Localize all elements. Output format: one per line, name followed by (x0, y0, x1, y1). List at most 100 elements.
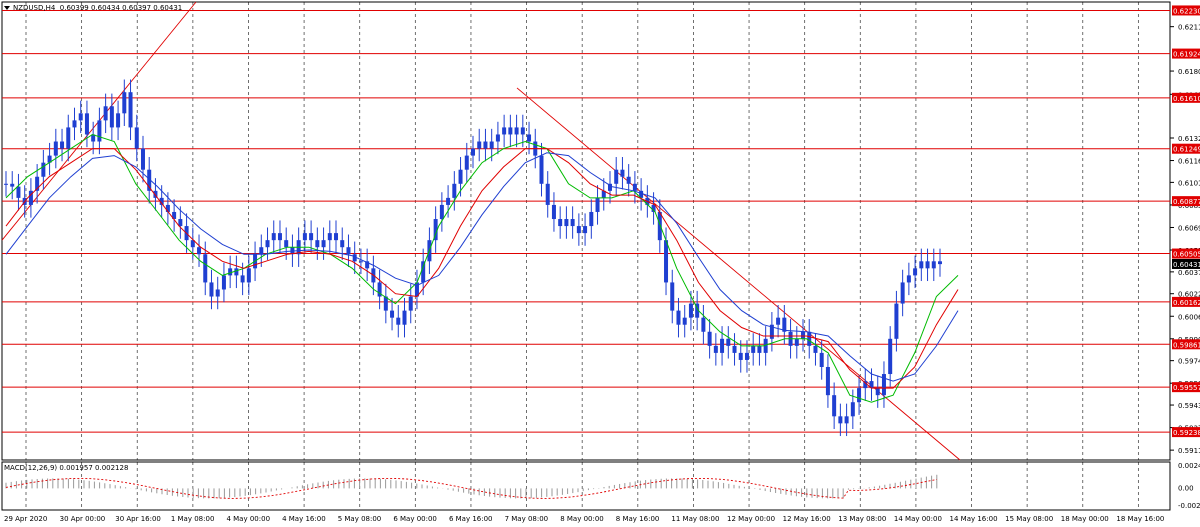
candle-body (209, 282, 214, 297)
candle-body (72, 120, 77, 128)
candle-body (408, 296, 413, 311)
candle-body (913, 268, 918, 276)
candle-body (234, 268, 239, 276)
candle-body (128, 92, 133, 128)
candle-body (620, 169, 625, 177)
candle-body (875, 388, 880, 396)
chevron-down-icon (4, 6, 10, 10)
candle-body (78, 113, 83, 121)
price-tick-label: 0.61165 (1178, 158, 1200, 166)
symbol-label: NZDUSD,H4 (13, 4, 56, 12)
level-price-label: 0.61610 (1173, 95, 1200, 103)
time-tick-label: 12 May 16:00 (783, 515, 831, 523)
level-price-label: 0.59861 (1173, 341, 1200, 349)
candle-body (794, 338, 799, 346)
candle-body (894, 303, 899, 339)
candle-body (657, 211, 662, 241)
candle-body (514, 127, 519, 135)
candle-body (452, 183, 457, 198)
candle-body (520, 127, 525, 135)
candle-body (439, 204, 444, 220)
candle-body (446, 197, 451, 205)
price-tick-label: 0.60060 (1178, 313, 1200, 321)
candle-body (551, 204, 556, 220)
macd-pane-frame (1, 461, 1171, 511)
time-tick-label: 12 May 00:00 (727, 515, 775, 523)
candle-body (558, 219, 563, 227)
candle-body (707, 331, 712, 346)
candle-body (545, 183, 550, 205)
time-tick-label: 6 May 00:00 (393, 515, 437, 523)
candle-body (732, 345, 737, 353)
candle-body (589, 211, 594, 227)
candle-body (284, 240, 289, 248)
time-tick-label: 4 May 00:00 (226, 515, 270, 523)
candle-body (614, 169, 619, 184)
candle-body (321, 240, 326, 248)
price-tick-label: 0.61010 (1178, 179, 1200, 187)
candle-body (495, 134, 500, 142)
candle-body (122, 92, 127, 114)
candle-body (857, 388, 862, 403)
level-price-label: 0.62230 (1173, 7, 1200, 15)
time-tick-label: 18 May 00:00 (1061, 515, 1109, 523)
candle-body (595, 197, 600, 212)
candle-body (396, 317, 401, 325)
price-tick-label: 0.61800 (1178, 68, 1200, 76)
candle-body (116, 113, 121, 128)
time-tick-label: 6 May 16:00 (449, 515, 493, 523)
candle-body (626, 176, 631, 184)
time-tick-label: 8 May 00:00 (560, 515, 604, 523)
level-price-label: 0.60162 (1173, 299, 1200, 307)
candle-body (309, 233, 314, 241)
chart-window[interactable]: 29 Apr 2020 30 Apr 00:00 30 Apr 16:00 1 May… (0, 0, 1200, 527)
candle-body (84, 113, 89, 135)
candle-body (508, 127, 513, 135)
level-price-label: 0.61924 (1173, 51, 1200, 59)
candle-body (53, 141, 58, 156)
candle-body (464, 155, 469, 170)
time-tick-label: 5 May 08:00 (338, 515, 382, 523)
candle-body (906, 275, 911, 283)
candle-body (850, 402, 855, 417)
candle-body (825, 366, 830, 396)
candle-body (265, 240, 270, 248)
time-tick-label: 13 May 08:00 (838, 515, 886, 523)
candle-body (66, 127, 71, 149)
candle-body (919, 261, 924, 269)
candle-body (458, 169, 463, 184)
candle-body (240, 275, 245, 283)
time-tick-label: 30 Apr 00:00 (60, 515, 106, 523)
candle-body (358, 261, 363, 263)
candle-body (925, 261, 930, 269)
candle-body (844, 416, 849, 424)
candle-body (682, 317, 687, 325)
candle-body (757, 345, 762, 353)
ohlc-label: 0.60399 0.60434 0.60397 0.60431 (59, 4, 183, 12)
current-price-label: 0.60431 (1173, 261, 1200, 269)
macd-signal-line (5, 477, 937, 499)
candle-body (246, 268, 251, 283)
level-price-label: 0.60877 (1173, 198, 1200, 206)
trend-line-down (516, 87, 961, 461)
candle-body (720, 338, 725, 353)
candle-body (527, 134, 532, 142)
candle-body (564, 219, 569, 227)
candle-body (900, 282, 905, 304)
candle-body (931, 261, 936, 269)
candle-body (776, 317, 781, 325)
candle-body (221, 275, 226, 290)
level-price-label: 0.60505 (1173, 251, 1200, 259)
time-tick-label: 4 May 16:00 (282, 515, 326, 523)
candle-body (813, 345, 818, 353)
candle-body (738, 352, 743, 360)
price-chart[interactable]: 29 Apr 2020 30 Apr 00:00 30 Apr 16:00 1 May… (0, 0, 1200, 527)
price-tick-label: 0.61325 (1178, 135, 1200, 143)
candle-body (334, 233, 339, 241)
candle-body (109, 106, 114, 128)
candle-body (97, 120, 102, 142)
macd-label: MACD(12,26,9) 0.001957 0.002128 (4, 464, 129, 472)
time-tick-label: 14 May 00:00 (894, 515, 942, 523)
macd-tick-label: -0.00232 (1178, 502, 1200, 510)
level-price-label: 0.59238 (1173, 429, 1200, 437)
